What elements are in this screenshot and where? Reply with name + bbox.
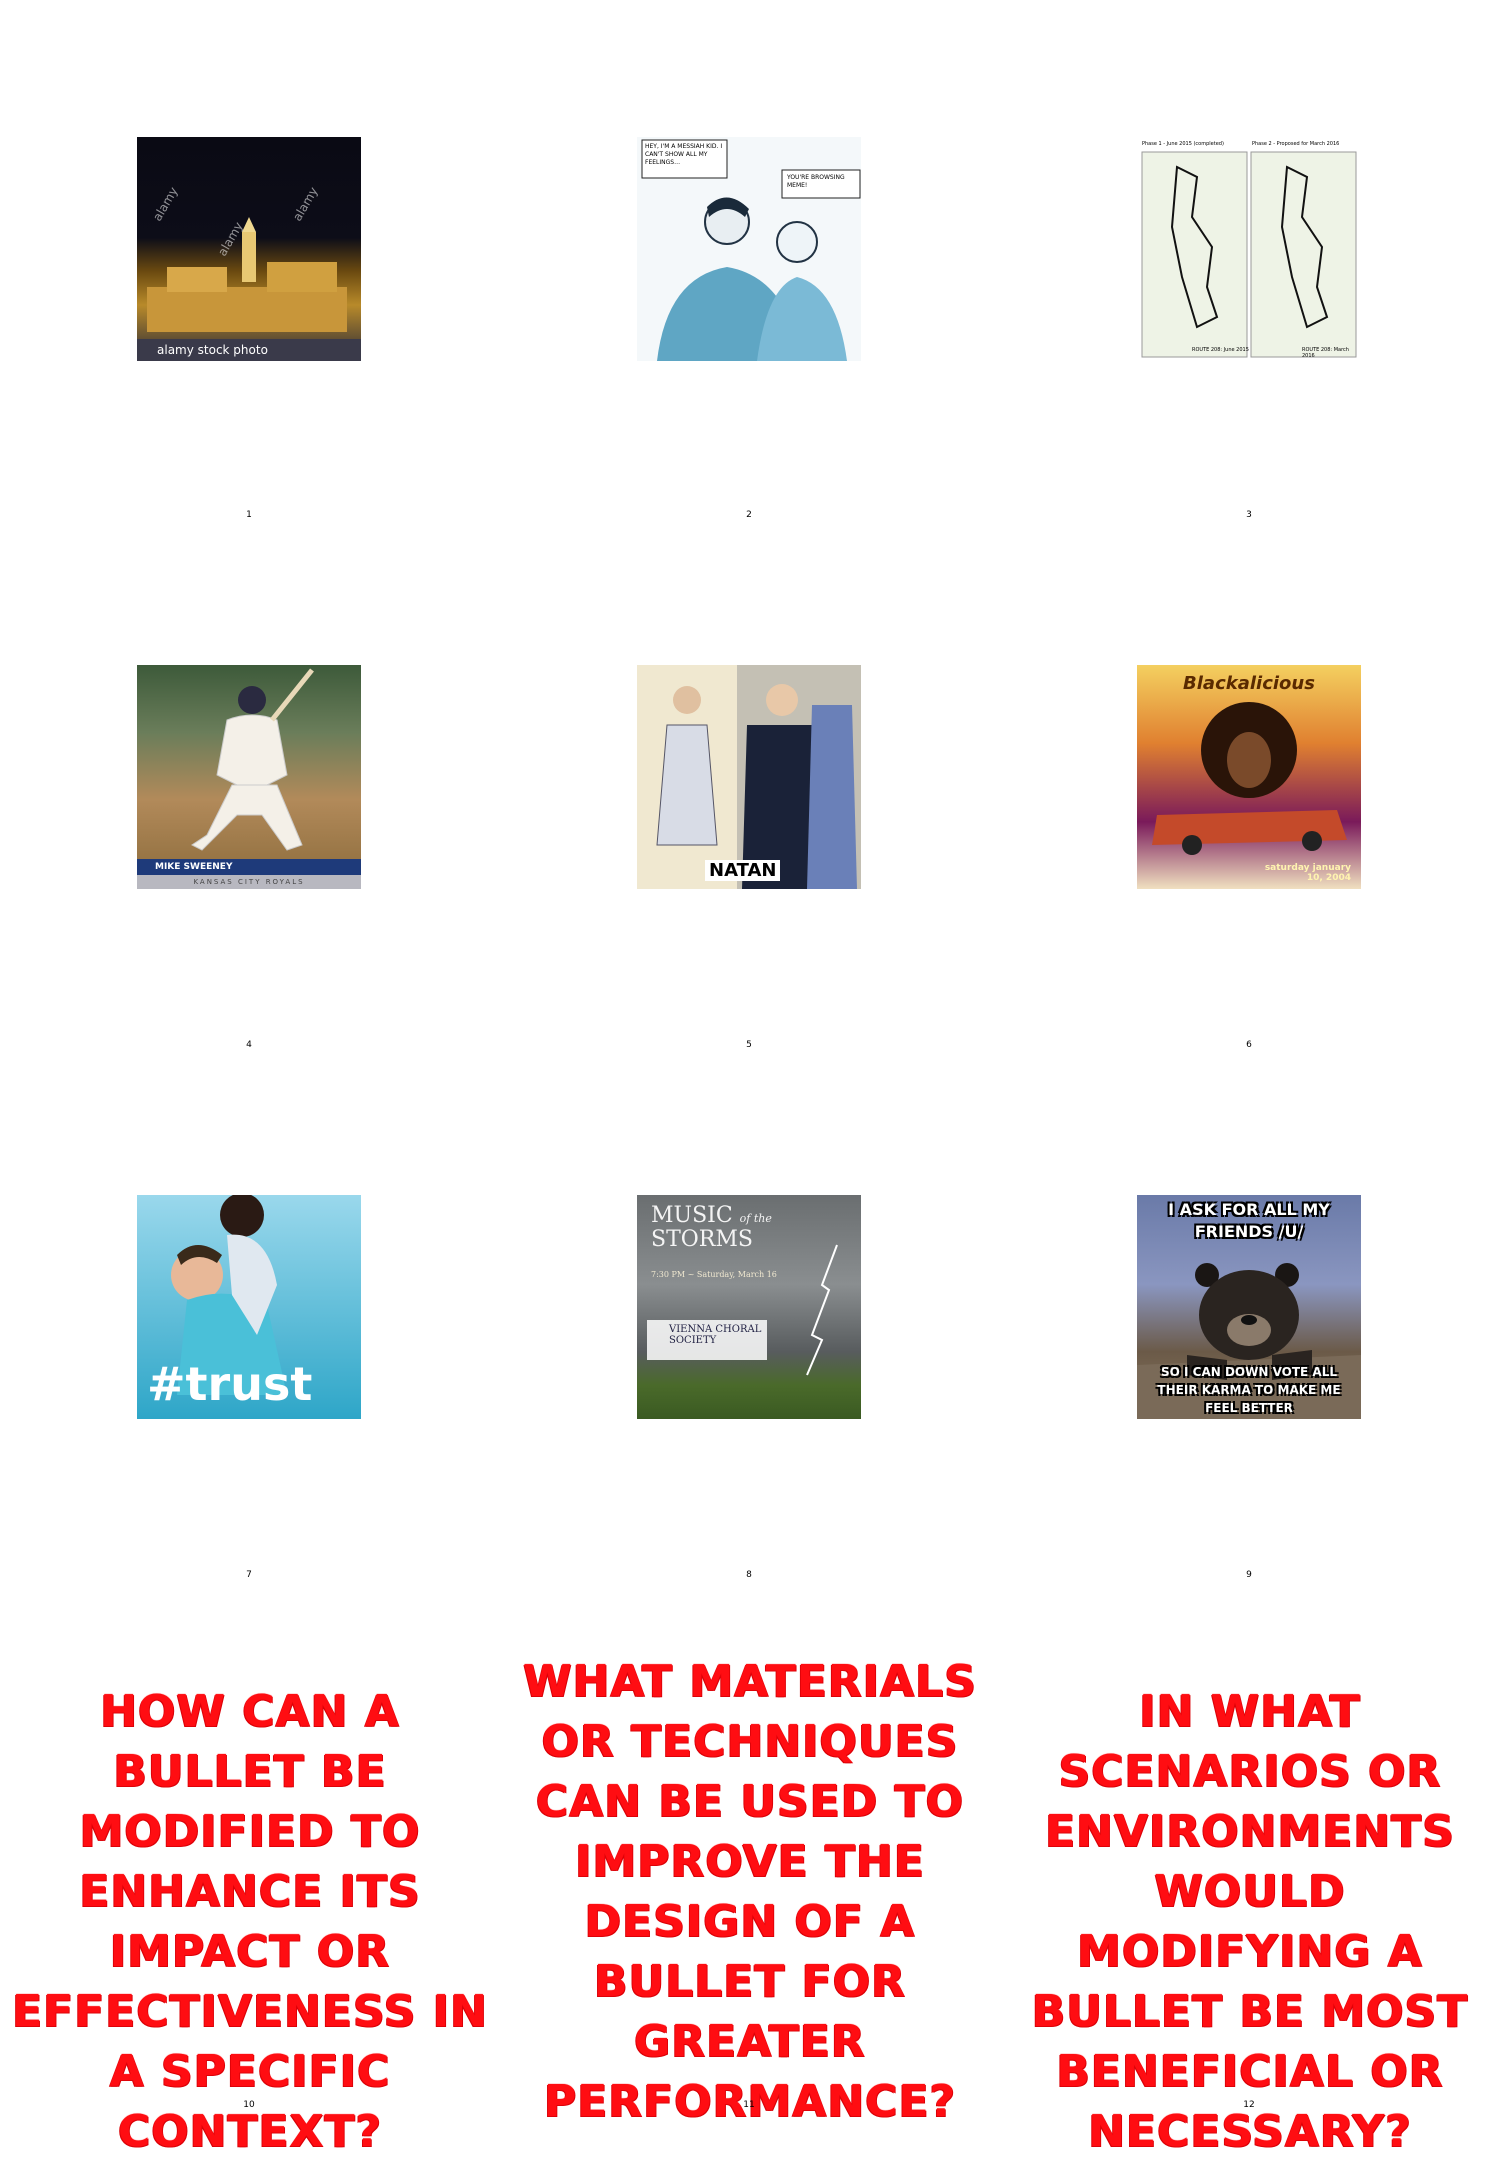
route-label-left: ROUTE 208: June 2015	[1192, 347, 1249, 353]
lightning-illustration	[806, 1244, 838, 1376]
image-3-route-maps: Phase 1 - June 2015 (completed) Phase 2 …	[1137, 137, 1361, 361]
cell-number: 3	[1246, 510, 1252, 520]
meme-top-text: I ASK FOR ALL MY FRIENDS /U/	[1168, 1200, 1330, 1241]
brand-label: NATAN	[705, 860, 781, 881]
org-label: VIENNA CHORAL SOCIETY	[647, 1320, 767, 1360]
cell-number: 12	[1243, 2100, 1255, 2110]
batter-illustration	[191, 668, 314, 851]
cell-number: 7	[246, 1570, 252, 1580]
image-9-meme: I ASK FOR ALL MY FRIENDS /U/ SO I CAN DO…	[1137, 1195, 1361, 1419]
fashion-illustration	[637, 665, 861, 889]
speech-bubble-2: YOU'RE BROWSING MEME!	[787, 174, 845, 189]
cell-number: 4	[246, 1040, 252, 1050]
speech-bubble-1: HEY, I'M A MESSIAH KID. I CAN'T SHOW ALL…	[645, 143, 723, 166]
comic-illustration	[641, 139, 861, 361]
team-name: KANSAS CITY ROYALS	[137, 875, 361, 889]
cell-number: 8	[746, 1570, 752, 1580]
image-8-music-poster: MUSIC of the STORMS 7:30 PM ~ Saturday, …	[637, 1195, 861, 1419]
cell-number: 10	[243, 2100, 255, 2110]
cell-number: 6	[1246, 1040, 1252, 1050]
image-2-comic: HEY, I'M A MESSIAH KID. I CAN'T SHOW ALL…	[637, 137, 861, 361]
poster-date: saturday january 10, 2004	[1264, 863, 1351, 883]
question-11-text: WHAT MATERIALS OR TECHNIQUES CAN BE USED…	[523, 1656, 977, 2127]
hashtag-text: #trust	[147, 1357, 313, 1411]
image-4-baseball-card: MIKE SWEENEY KANSAS CITY ROYALS	[137, 665, 361, 889]
question-10-text: HOW CAN A BULLET BE MODIFIED TO ENHANCE …	[12, 1686, 488, 2157]
map-illustration	[1141, 151, 1357, 358]
cell-number: 5	[746, 1040, 752, 1050]
town-illustration	[147, 217, 347, 332]
question-12-text: IN WHAT SCENARIOS OR ENVIRONMENTS WOULD …	[1031, 1686, 1469, 2157]
cell-number: 1	[246, 510, 252, 520]
route-label-right: ROUTE 208: March 2016	[1302, 347, 1349, 359]
image-5-fashion-photo: NATAN	[637, 665, 861, 889]
meme-bottom-text: SO I CAN DOWN VOTE ALL THEIR KARMA TO MA…	[1157, 1365, 1341, 1415]
image-6-concert-poster: Blackalicious saturday january 10, 2004	[1137, 665, 1361, 889]
player-name: MIKE SWEENEY	[137, 859, 361, 875]
cell-number: 11	[743, 2100, 755, 2110]
caption-bar: alamy stock photo	[137, 339, 361, 361]
cell-number: 9	[1246, 1570, 1252, 1580]
cell-number: 2	[746, 510, 752, 520]
image-7-pool-photo: #trust	[137, 1195, 361, 1419]
image-1-night-town-photo: alamy alamy alamy alamy stock photo	[137, 137, 361, 361]
poster-illustration	[1152, 702, 1347, 855]
